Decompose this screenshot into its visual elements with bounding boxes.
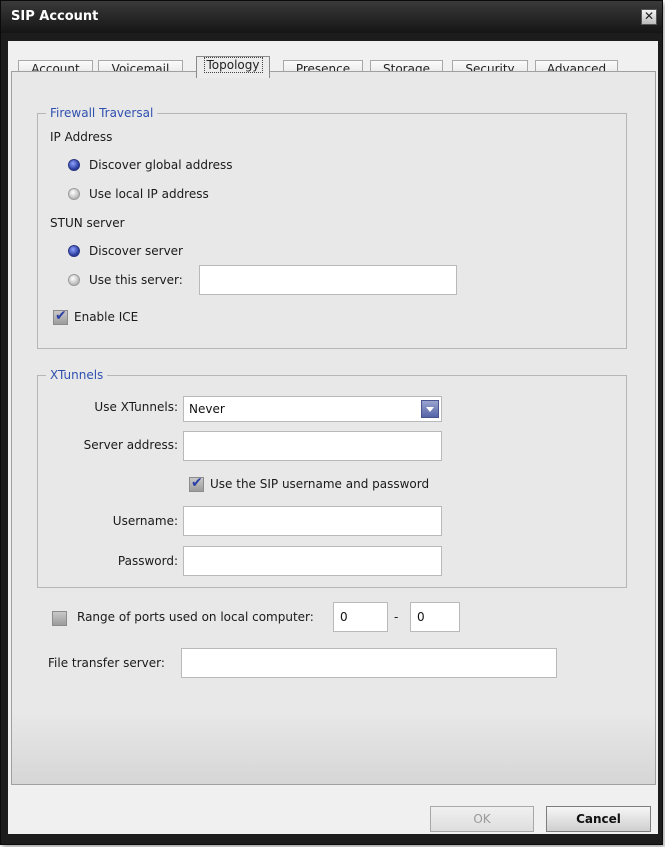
ip-address-label: IP Address [50,130,113,144]
cancel-button[interactable]: Cancel [546,806,651,832]
use-sip-credentials-checkbox[interactable]: ✔ [189,475,204,492]
use-local-ip-label[interactable]: Use local IP address [89,187,209,201]
use-sip-credentials-label[interactable]: Use the SIP username and password [210,477,429,491]
close-icon[interactable]: ✕ [641,9,657,25]
tab-topology[interactable]: Topology [196,56,270,78]
dialog-client-area: Account Voicemail Topology Presence Stor… [8,41,658,834]
file-transfer-label: File transfer server: [48,656,165,670]
xtunnels-legend: XTunnels [46,368,108,382]
use-xtunnels-value: Never [189,402,225,416]
check-mark-icon: ✔ [55,308,67,324]
discover-global-radio[interactable] [68,159,80,171]
port-range-checkbox[interactable] [52,611,67,626]
port-range-from-input[interactable]: 0 [333,602,388,632]
topology-panel: Firewall Traversal IP Address Discover g… [11,71,656,785]
firewall-traversal-legend: Firewall Traversal [46,106,158,120]
firewall-traversal-group: Firewall Traversal IP Address Discover g… [37,106,627,349]
password-label: Password: [117,554,178,568]
enable-ice-label[interactable]: Enable ICE [74,310,138,324]
window-title: SIP Account [11,9,99,24]
ok-button[interactable]: OK [430,806,534,832]
chevron-down-icon[interactable] [421,400,439,418]
use-local-ip-radio[interactable] [68,188,80,200]
port-range-separator: - [394,610,399,624]
discover-server-radio[interactable] [68,245,80,257]
use-xtunnels-select[interactable]: Never [183,396,442,422]
tab-topology-label: Topology [203,57,263,73]
stun-server-label: STUN server [50,216,125,230]
sip-account-dialog: SIP Account ✕ Account Voicemail Topology… [0,0,663,845]
discover-global-label[interactable]: Discover global address [89,158,233,172]
username-input[interactable] [183,506,442,536]
xtunnels-group: XTunnels Use XTunnels: Never Server addr… [37,368,627,588]
port-range-to-input[interactable]: 0 [410,602,460,632]
password-input[interactable] [183,546,442,576]
use-xtunnels-label: Use XTunnels: [94,400,178,414]
title-bar[interactable]: SIP Account ✕ [1,1,662,33]
use-this-server-label[interactable]: Use this server: [89,273,183,287]
username-label: Username: [112,514,178,528]
server-address-input[interactable] [183,431,442,461]
enable-ice-checkbox[interactable]: ✔ [53,308,68,325]
port-range-label[interactable]: Range of ports used on local computer: [77,610,314,624]
server-address-label: Server address: [83,438,178,452]
use-this-server-radio[interactable] [68,274,80,286]
stun-server-input[interactable] [199,265,457,295]
file-transfer-input[interactable] [181,648,557,678]
discover-server-label[interactable]: Discover server [89,244,183,258]
check-mark-icon: ✔ [191,475,203,491]
